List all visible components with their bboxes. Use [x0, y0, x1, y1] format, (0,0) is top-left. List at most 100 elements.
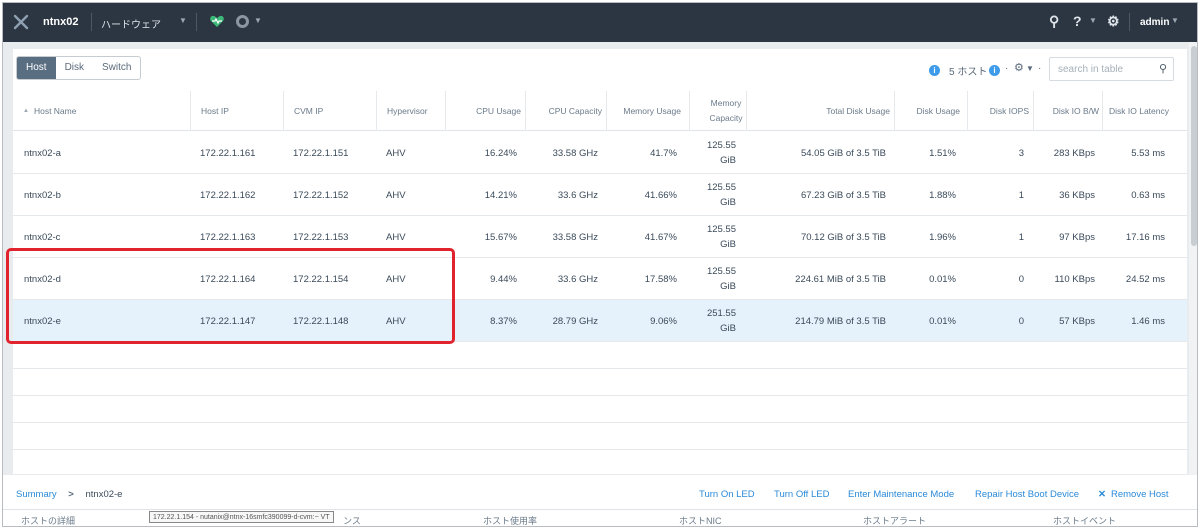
host-count: 5 ホスト	[949, 67, 988, 78]
search-icon[interactable]: ⚲	[1049, 13, 1059, 30]
cpu-capacity-cell: 33.6 GHz	[557, 189, 598, 201]
turn-off-led-button[interactable]: Turn Off LED	[774, 489, 829, 500]
column-header-memory-usage[interactable]: Memory Usage	[609, 91, 681, 131]
cluster-name[interactable]: ntnx02	[43, 16, 78, 28]
search-icon[interactable]: ⚲	[1159, 62, 1167, 75]
column-header-cpu-capacity[interactable]: CPU Capacity	[527, 91, 602, 131]
subtab-license[interactable]: ンス	[343, 514, 361, 526]
total-disk-usage-cell: 224.61 MiB of 3.5 TiB	[795, 273, 886, 285]
column-header-cvm-ip[interactable]: CVM IP	[294, 91, 374, 131]
remove-host-button[interactable]: Remove Host	[1111, 489, 1169, 500]
column-header-total-disk-usage[interactable]: Total Disk Usage	[773, 91, 890, 131]
total-disk-usage-cell: 67.23 GiB of 3.5 TiB	[800, 189, 886, 201]
info-icon[interactable]: i	[989, 65, 1000, 76]
disk-io-latency-cell: 0.63 ms	[1131, 189, 1165, 201]
disk-iops-cell: 0	[1018, 315, 1024, 327]
alerts-circle-icon[interactable]	[236, 15, 249, 28]
disk-usage-cell: 1.51%	[929, 147, 956, 159]
chevron-down-icon[interactable]: ▼	[254, 16, 262, 25]
gear-icon[interactable]: ⚙	[1107, 13, 1120, 30]
disk-iops-cell: 1	[1018, 189, 1024, 201]
nutanix-logo-icon[interactable]	[13, 14, 29, 30]
hypervisor-cell: AHV	[386, 189, 406, 201]
disk-usage-cell: 1.88%	[929, 189, 956, 201]
summary-link[interactable]: Summary	[16, 489, 57, 500]
cpu-capacity-cell: 33.58 GHz	[552, 231, 598, 243]
column-divider	[967, 91, 968, 131]
tab-disk[interactable]: Disk	[56, 57, 93, 79]
search-input[interactable]: search in table ⚲	[1049, 57, 1174, 81]
chevron-down-icon[interactable]: ▼	[1089, 16, 1097, 25]
column-header-host-name[interactable]: ▲ Host Name	[23, 91, 183, 131]
toolbar-dot: ·	[1005, 63, 1009, 74]
disk-io-bw-cell: 36 KBps	[1059, 189, 1095, 201]
view-tabs: Host Disk Switch	[16, 56, 142, 80]
health-heart-icon[interactable]	[209, 13, 225, 29]
turn-on-led-button[interactable]: Turn On LED	[699, 489, 755, 500]
repair-host-boot-device-button[interactable]: Repair Host Boot Device	[975, 489, 1079, 500]
subtab-host-usage[interactable]: ホスト使用率	[483, 514, 537, 526]
scrollbar-thumb[interactable]	[1191, 46, 1197, 246]
divider	[196, 13, 197, 31]
subtab-host-alerts[interactable]: ホストアラート	[863, 514, 926, 526]
tab-switch[interactable]: Switch	[93, 57, 140, 79]
column-divider	[190, 91, 191, 131]
highlight-annotation-box	[6, 248, 455, 344]
disk-io-bw-cell: 57 KBps	[1059, 315, 1095, 327]
subtab-host-events[interactable]: ホストイベント	[1053, 514, 1116, 526]
enter-maintenance-mode-button[interactable]: Enter Maintenance Mode	[848, 489, 954, 500]
empty-row	[13, 342, 1187, 369]
breadcrumb: Summary > ntnx02-e	[16, 489, 122, 500]
disk-usage-cell: 1.96%	[929, 231, 956, 243]
disk-io-latency-cell: 24.52 ms	[1125, 273, 1165, 285]
column-divider	[894, 91, 895, 131]
subtab-host-details[interactable]: ホストの詳細	[21, 514, 75, 526]
disk-io-latency-cell: 5.53 ms	[1131, 147, 1165, 159]
host-name-cell: ntnx02-b	[24, 189, 61, 201]
breadcrumb-separator: >	[68, 489, 74, 500]
user-menu[interactable]: admin	[1140, 17, 1169, 28]
column-divider	[445, 91, 446, 131]
column-header-memory-capacity[interactable]: Memory Capacity	[695, 91, 757, 131]
hardware-menu[interactable]: ハードウェア	[101, 16, 161, 31]
memory-capacity-cell: 251.55 GiB	[706, 308, 736, 334]
terminal-tooltip: 172.22.1.154 - nutanix@ntnx-16smfc390099…	[149, 511, 334, 523]
search-placeholder: search in table	[1058, 64, 1124, 75]
divider	[1129, 13, 1130, 31]
settings-gear-icon[interactable]: ⚙	[1014, 61, 1024, 74]
column-divider	[376, 91, 377, 131]
column-header-disk-io-latency[interactable]: Disk IO Latency	[1105, 91, 1169, 131]
column-divider	[283, 91, 284, 131]
empty-row	[13, 396, 1187, 423]
disk-io-bw-cell: 97 KBps	[1059, 231, 1095, 243]
info-icon[interactable]: i	[929, 65, 940, 76]
column-header-disk-io-bw[interactable]: Disk IO B/W	[1037, 91, 1099, 131]
column-header-disk-iops[interactable]: Disk IOPS	[971, 91, 1029, 131]
memory-capacity-cell: 125.55 GiB	[706, 224, 736, 250]
chevron-down-icon[interactable]: ▼	[1026, 64, 1034, 73]
chevron-down-icon[interactable]: ▼	[179, 16, 187, 25]
cvm-ip-cell: 172.22.1.152	[293, 189, 349, 201]
column-header-cpu-usage[interactable]: CPU Usage	[453, 91, 521, 131]
column-divider	[1102, 91, 1103, 131]
column-header-hypervisor[interactable]: Hypervisor	[387, 91, 447, 131]
page-scrollbar[interactable]	[1189, 42, 1197, 526]
hypervisor-cell: AHV	[386, 147, 406, 159]
table-row[interactable]: ntnx02-b 172.22.1.162 172.22.1.152 AHV 1…	[13, 174, 1187, 216]
detail-panel: Summary > ntnx02-e Turn On LED Turn Off …	[3, 475, 1197, 526]
column-header-disk-usage[interactable]: Disk Usage	[897, 91, 960, 131]
subtab-host-nic[interactable]: ホストNIC	[679, 514, 722, 526]
total-disk-usage-cell: 70.12 GiB of 3.5 TiB	[800, 231, 886, 243]
close-icon[interactable]: ✕	[1098, 489, 1106, 500]
table-row[interactable]: ntnx02-a 172.22.1.161 172.22.1.151 AHV 1…	[13, 132, 1187, 174]
cpu-usage-cell: 8.37%	[490, 315, 517, 327]
sort-arrow-icon: ▲	[23, 108, 29, 114]
cpu-capacity-cell: 33.6 GHz	[557, 273, 598, 285]
help-icon[interactable]: ?	[1073, 13, 1082, 29]
tab-host[interactable]: Host	[17, 57, 56, 79]
host-ip-cell: 172.22.1.161	[200, 147, 256, 159]
chevron-down-icon[interactable]: ▼	[1171, 16, 1179, 25]
empty-row	[13, 423, 1187, 450]
cpu-capacity-cell: 33.58 GHz	[552, 147, 598, 159]
column-header-host-ip[interactable]: Host IP	[201, 91, 281, 131]
